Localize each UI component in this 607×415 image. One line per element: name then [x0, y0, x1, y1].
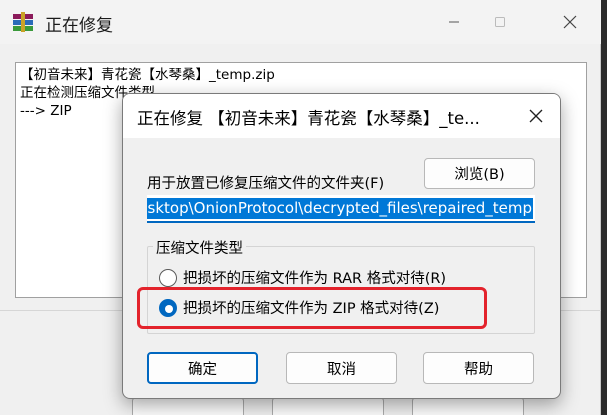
close-button[interactable] [547, 0, 593, 44]
minimize-icon [449, 21, 459, 23]
ok-button[interactable]: 确定 [147, 352, 258, 384]
close-icon [563, 15, 577, 29]
radio-label-rar: 把损坏的压缩文件作为 RAR 格式对待(R) [183, 271, 447, 287]
desktop-background [601, 0, 607, 415]
main-titlebar[interactable]: 正在修复 [0, 0, 601, 44]
radio-checked-icon[interactable] [159, 298, 177, 317]
cancel-button[interactable]: 取消 [286, 352, 397, 384]
maximize-button[interactable] [477, 0, 523, 44]
radio-label-zip: 把损坏的压缩文件作为 ZIP 格式对待(Z) [183, 301, 440, 317]
dialog-titlebar[interactable]: 正在修复 【初音未来】青花瓷【水琴桑】_te... [123, 94, 560, 138]
minimize-button[interactable] [431, 0, 477, 44]
help-button[interactable]: 帮助 [423, 352, 534, 384]
repaired-folder-input[interactable]: Desktop\OnionProtocol\decrypted_files\re… [147, 195, 535, 223]
window-title: 正在修复 [45, 16, 113, 36]
winrar-app-icon [12, 12, 34, 32]
radio-option-rar[interactable]: 把损坏的压缩文件作为 RAR 格式对待(R) [159, 267, 446, 288]
main-footer-button[interactable] [132, 397, 244, 415]
main-footer-button[interactable] [272, 397, 384, 415]
repair-dialog: 正在修复 【初音未来】青花瓷【水琴桑】_te... 用于放置已修复压缩文件的文件… [122, 93, 561, 399]
maximize-icon [495, 17, 505, 27]
main-footer-button[interactable] [412, 397, 524, 415]
close-icon [529, 109, 543, 123]
radio-unchecked-icon[interactable] [159, 268, 177, 287]
browse-button[interactable]: 浏览(B) [424, 158, 535, 189]
archive-type-group-title: 压缩文件类型 [153, 237, 246, 258]
folder-label: 用于放置已修复压缩文件的文件夹(F) [147, 176, 385, 192]
dialog-close-button[interactable] [513, 94, 559, 138]
log-line: 【初音未来】青花瓷【水琴桑】_temp.zip [20, 67, 275, 83]
radio-option-zip[interactable]: 把损坏的压缩文件作为 ZIP 格式对待(Z) [159, 297, 439, 318]
archive-type-group [147, 246, 535, 334]
dialog-title: 正在修复 【初音未来】青花瓷【水琴桑】_te... [137, 109, 480, 128]
path-selected-text: Desktop\OnionProtocol\decrypted_files\re… [147, 198, 533, 219]
